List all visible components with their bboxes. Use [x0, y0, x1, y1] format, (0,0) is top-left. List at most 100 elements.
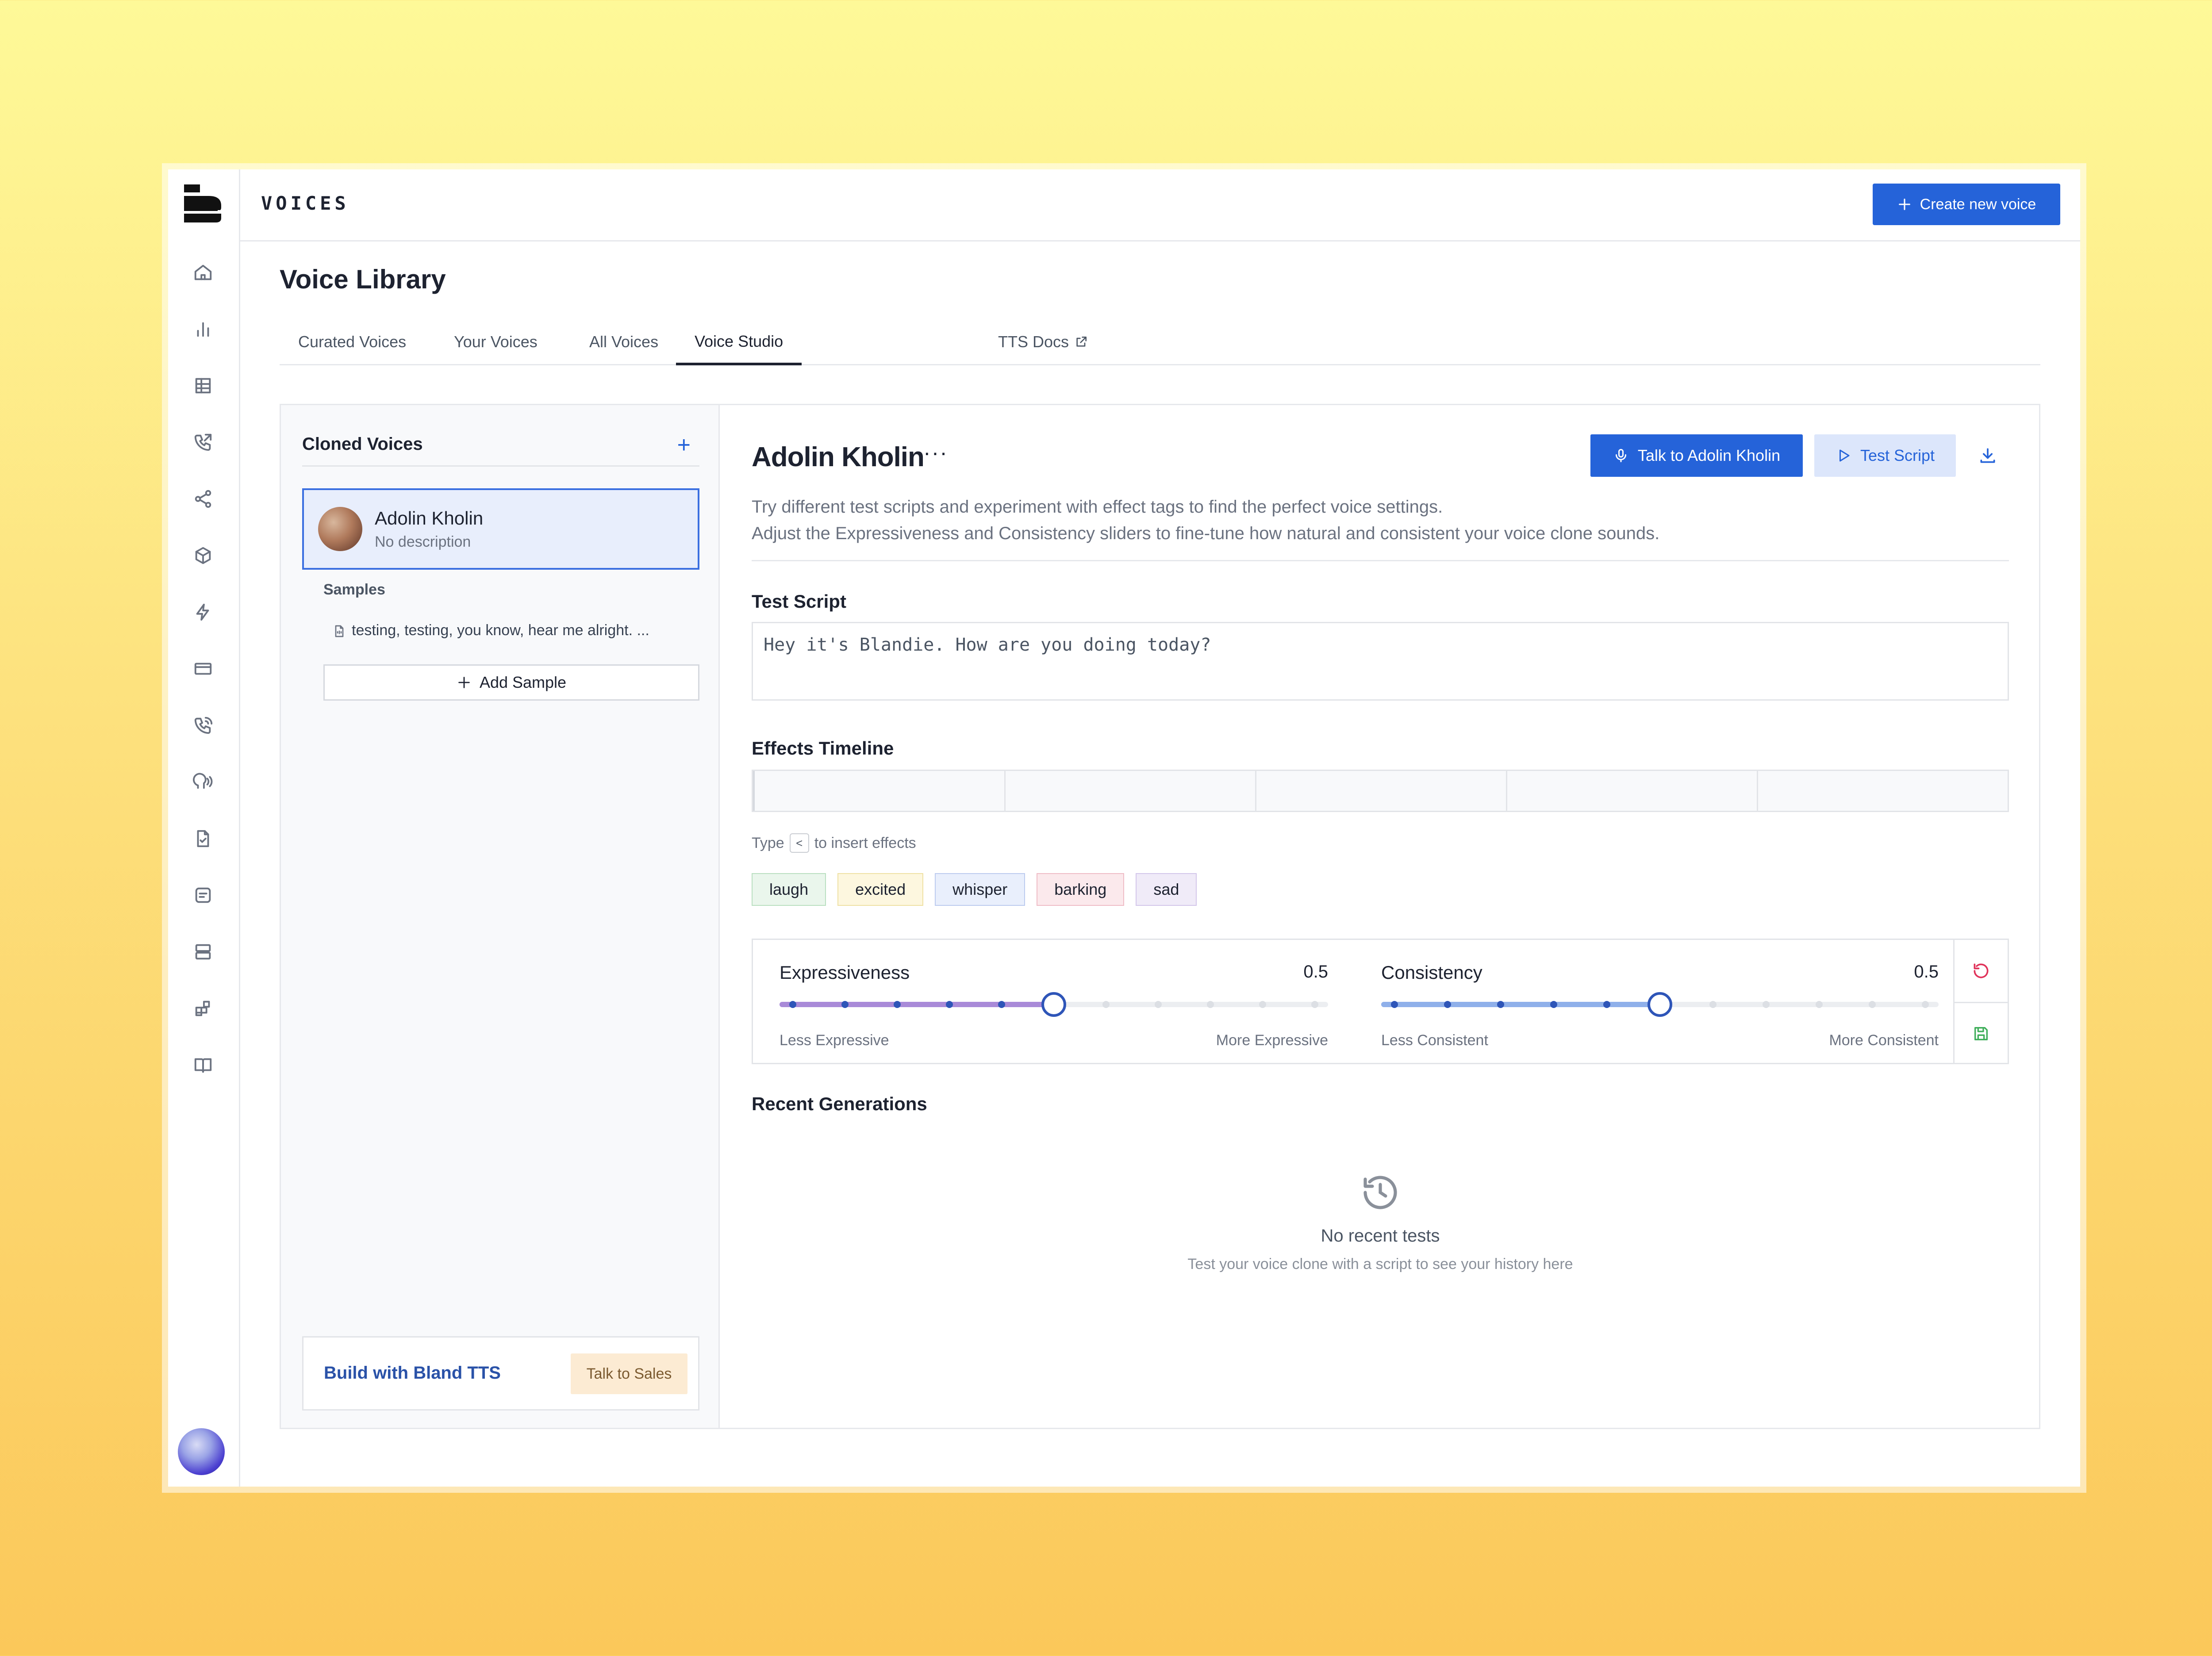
expressiveness-slider[interactable]: Expressiveness 0.5 Less Expressive More …: [780, 940, 1328, 1063]
app-window: VOICES Create new voice Voice Library Cu…: [168, 169, 2080, 1487]
recent-generations-title: Recent Generations: [752, 1093, 927, 1114]
slider-label: Expressiveness: [780, 962, 910, 983]
add-sample-button[interactable]: Add Sample: [323, 664, 699, 701]
add-voice-icon[interactable]: +: [677, 432, 691, 458]
slider-thumb[interactable]: [1647, 992, 1672, 1017]
message-icon[interactable]: [191, 883, 215, 907]
voice-title: Adolin Kholin: [752, 442, 925, 472]
top-bar: VOICES Create new voice: [239, 169, 2080, 242]
more-options-icon[interactable]: ···: [923, 440, 948, 465]
microphone-icon: [1615, 449, 1626, 462]
widgets-icon[interactable]: [191, 997, 215, 1020]
tab-tts-docs[interactable]: TTS Docs: [998, 320, 1088, 364]
save-icon[interactable]: [1955, 1003, 2008, 1065]
book-icon[interactable]: [191, 1053, 215, 1077]
build-promo-text[interactable]: Build with Bland TTS: [324, 1363, 501, 1383]
talk-to-sales-button[interactable]: Talk to Sales: [571, 1353, 687, 1394]
slider-step-dot: [841, 1001, 849, 1008]
slider-label: Consistency: [1381, 962, 1482, 983]
tab-curated-voices[interactable]: Curated Voices: [298, 320, 406, 364]
box-icon[interactable]: [191, 544, 215, 567]
divider: [752, 560, 2009, 561]
description-line: Try different test scripts and experimen…: [752, 497, 1443, 517]
empty-subtitle: Test your voice clone with a script to s…: [1187, 1256, 1573, 1273]
external-link-icon: [1076, 337, 1087, 347]
card-icon[interactable]: [191, 657, 215, 681]
slider-step-dot: [1102, 1001, 1110, 1008]
studio-editor: Adolin Kholin ··· Talk to Adolin Kholin …: [720, 405, 2039, 1428]
slider-step-dot: [1391, 1001, 1398, 1008]
slider-value: 0.5: [1914, 962, 1939, 981]
slider-step-dot: [1603, 1001, 1610, 1008]
add-sample-label: Add Sample: [479, 673, 567, 691]
test-script-title: Test Script: [752, 591, 846, 612]
slider-max-label: More Consistent: [1829, 1032, 1939, 1049]
slider-step-dot: [1869, 1001, 1876, 1008]
slider-thumb[interactable]: [1041, 992, 1066, 1017]
effect-tag-excited[interactable]: excited: [837, 873, 924, 906]
tab-voice-studio[interactable]: Voice Studio: [676, 320, 802, 365]
slider-step-dot: [1497, 1001, 1504, 1008]
effect-tag-laugh[interactable]: laugh: [752, 873, 826, 906]
create-voice-button[interactable]: Create new voice: [1873, 184, 2060, 225]
voice-description: No description: [375, 533, 471, 550]
share-nodes-icon[interactable]: [191, 487, 215, 511]
timeline-segment[interactable]: [1006, 771, 1256, 811]
cloned-voices-title: Cloned Voices: [302, 434, 423, 454]
timeline-segment[interactable]: [753, 771, 1006, 811]
effect-tag-sad[interactable]: sad: [1136, 873, 1197, 906]
slider-fill: [780, 1002, 1054, 1007]
slider-step-dot: [1311, 1001, 1318, 1008]
table-icon[interactable]: [191, 374, 215, 398]
lightning-icon[interactable]: [191, 600, 215, 624]
audio-file-icon: [335, 625, 344, 637]
effect-tags: laugh excited whisper barking sad: [752, 873, 1197, 906]
timeline-segment[interactable]: [1758, 771, 2008, 811]
effect-tag-whisper[interactable]: whisper: [935, 873, 1025, 906]
voice-icon[interactable]: [191, 770, 215, 794]
tag-label: barking: [1054, 880, 1107, 898]
timeline-segment[interactable]: [1256, 771, 1507, 811]
download-icon[interactable]: [1974, 442, 2001, 469]
home-icon[interactable]: [191, 261, 215, 284]
slider-step-dot: [1763, 1001, 1770, 1008]
phone-outgoing-icon[interactable]: [191, 430, 215, 454]
effects-timeline-title: Effects Timeline: [752, 738, 894, 759]
phone-call-icon[interactable]: [191, 713, 215, 737]
tab-all-voices[interactable]: All Voices: [589, 320, 658, 364]
slider-step-dot: [894, 1001, 901, 1008]
consistency-slider[interactable]: Consistency 0.5 Less Consistent More Con…: [1381, 940, 1939, 1063]
slider-step-dot: [1155, 1001, 1162, 1008]
effects-hint: Type < to insert effects: [752, 833, 916, 853]
slider-min-label: Less Consistent: [1381, 1032, 1488, 1049]
slider-step-dot: [998, 1001, 1005, 1008]
effects-timeline[interactable]: [752, 770, 2009, 812]
bland-logo[interactable]: [184, 184, 221, 222]
samples-label: Samples: [323, 581, 385, 598]
test-script-button[interactable]: Test Script: [1814, 434, 1956, 477]
tab-label: Curated Voices: [298, 333, 407, 351]
talk-to-voice-button[interactable]: Talk to Adolin Kholin: [1590, 434, 1803, 477]
slider-value: 0.5: [1303, 962, 1328, 981]
tab-your-voices[interactable]: Your Voices: [454, 320, 538, 364]
timeline-segment[interactable]: [1507, 771, 1758, 811]
slider-step-dot: [1444, 1001, 1451, 1008]
studio-description: Try different test scripts and experimen…: [752, 494, 1659, 547]
test-script-input[interactable]: Hey it's Blandie. How are you doing toda…: [752, 622, 2009, 701]
file-check-icon[interactable]: [191, 827, 215, 851]
slider-step-dot: [1816, 1001, 1823, 1008]
create-voice-label: Create new voice: [1920, 196, 2036, 213]
server-icon[interactable]: [191, 940, 215, 964]
effect-tag-barking[interactable]: barking: [1037, 873, 1125, 906]
tag-label: sad: [1153, 880, 1179, 898]
voice-list-item[interactable]: Adolin Kholin No description: [302, 488, 699, 570]
slider-max-label: More Expressive: [1216, 1032, 1328, 1049]
reset-icon[interactable]: [1955, 940, 2008, 1003]
sample-item[interactable]: testing, testing, you know, hear me alri…: [332, 622, 695, 639]
user-avatar[interactable]: [178, 1428, 225, 1475]
slider-actions: [1953, 940, 2008, 1063]
bar-chart-icon[interactable]: [191, 317, 215, 341]
talk-button-label: Talk to Adolin Kholin: [1637, 446, 1781, 464]
description-line: Adjust the Expressiveness and Consistenc…: [752, 524, 1660, 543]
hint-suffix: to insert effects: [814, 834, 916, 851]
